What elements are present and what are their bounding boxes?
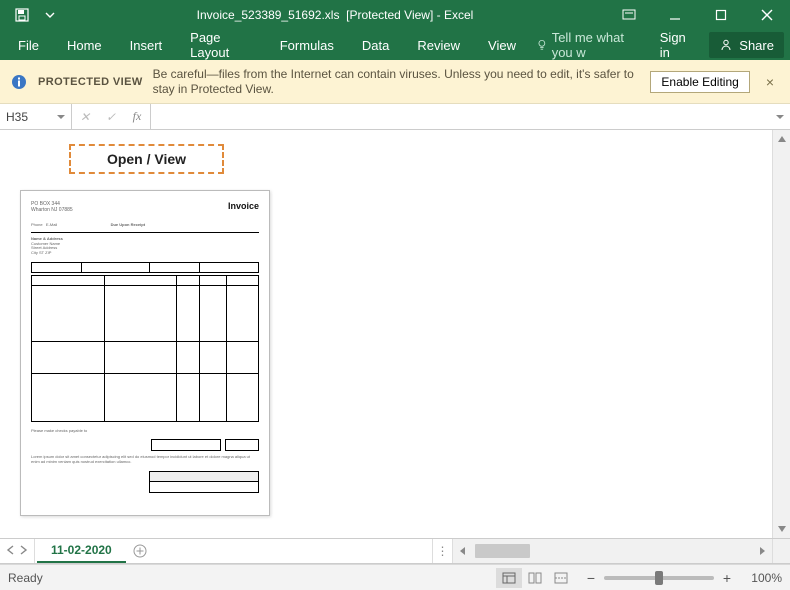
tab-file[interactable]: File bbox=[4, 30, 53, 60]
share-button[interactable]: Share bbox=[709, 32, 784, 58]
tab-insert[interactable]: Insert bbox=[116, 30, 177, 60]
protected-view-bar: PROTECTED VIEW Be careful—files from the… bbox=[0, 60, 790, 104]
fx-icon[interactable]: fx bbox=[124, 109, 150, 124]
scroll-left-icon[interactable] bbox=[453, 539, 473, 563]
tab-page-layout[interactable]: Page Layout bbox=[176, 30, 266, 60]
new-sheet-button[interactable] bbox=[126, 539, 154, 563]
lightbulb-icon bbox=[536, 38, 548, 52]
tab-nav-prev-icon[interactable] bbox=[6, 544, 16, 558]
horizontal-scrollbar[interactable] bbox=[452, 539, 772, 563]
sheet-tab-row: 11-02-2020 ⋮ bbox=[0, 538, 790, 564]
titlebar: Invoice_523389_51692.xls [Protected View… bbox=[0, 0, 790, 30]
view-page-break-icon[interactable] bbox=[548, 568, 574, 588]
tab-review[interactable]: Review bbox=[403, 30, 474, 60]
scroll-right-icon[interactable] bbox=[752, 539, 772, 563]
ribbon: File Home Insert Page Layout Formulas Da… bbox=[0, 30, 790, 60]
zoom-slider-knob[interactable] bbox=[655, 571, 663, 585]
tell-me[interactable]: Tell me what you w bbox=[530, 30, 650, 60]
view-normal-icon[interactable] bbox=[496, 568, 522, 588]
enter-formula-icon: ✓ bbox=[98, 110, 124, 124]
zoom-in-button[interactable]: + bbox=[720, 570, 734, 586]
person-icon bbox=[719, 38, 733, 52]
shield-info-icon bbox=[10, 73, 28, 91]
tab-formulas[interactable]: Formulas bbox=[266, 30, 348, 60]
name-box[interactable]: H35 bbox=[0, 104, 72, 129]
tab-home[interactable]: Home bbox=[53, 30, 116, 60]
scrollbar-resizer[interactable] bbox=[772, 539, 790, 563]
vertical-scrollbar[interactable] bbox=[772, 130, 790, 538]
pv-label: PROTECTED VIEW bbox=[38, 76, 143, 88]
sign-in-button[interactable]: Sign in bbox=[650, 30, 704, 60]
formula-bar: H35 ✕ ✓ fx bbox=[0, 104, 790, 130]
worksheet-area[interactable]: Open / View PO BOX 344 Wharton NJ 07885 … bbox=[0, 130, 790, 538]
tab-view[interactable]: View bbox=[474, 30, 530, 60]
maximize-button[interactable] bbox=[698, 0, 744, 30]
ribbon-options-icon[interactable] bbox=[606, 0, 652, 30]
view-page-layout-icon[interactable] bbox=[522, 568, 548, 588]
pv-message: Be careful—files from the Internet can c… bbox=[153, 67, 641, 96]
cancel-formula-icon: ✕ bbox=[72, 110, 98, 124]
sheet-tab[interactable]: 11-02-2020 bbox=[37, 539, 126, 563]
tab-nav-next-icon[interactable] bbox=[18, 544, 28, 558]
zoom-out-button[interactable]: − bbox=[584, 570, 598, 586]
save-icon[interactable] bbox=[8, 0, 36, 30]
titlebar-chevron-icon[interactable] bbox=[36, 0, 64, 30]
tab-split-icon[interactable]: ⋮ bbox=[432, 539, 452, 563]
status-bar: Ready − + 100% bbox=[0, 564, 790, 590]
scroll-up-icon[interactable] bbox=[773, 130, 790, 148]
close-button[interactable] bbox=[744, 0, 790, 30]
open-view-button[interactable]: Open / View bbox=[69, 144, 224, 174]
enable-editing-button[interactable]: Enable Editing bbox=[650, 71, 749, 93]
pv-close-icon[interactable]: × bbox=[760, 74, 780, 90]
zoom-slider[interactable] bbox=[604, 576, 714, 580]
zoom-level[interactable]: 100% bbox=[740, 571, 782, 585]
invoice-document-preview: PO BOX 344 Wharton NJ 07885 Invoice Phon… bbox=[20, 190, 270, 516]
window-title: Invoice_523389_51692.xls [Protected View… bbox=[64, 8, 606, 22]
formula-input[interactable] bbox=[151, 104, 790, 129]
status-ready: Ready bbox=[8, 571, 43, 585]
tab-data[interactable]: Data bbox=[348, 30, 403, 60]
scroll-down-icon[interactable] bbox=[773, 520, 790, 538]
hscroll-thumb[interactable] bbox=[475, 544, 530, 558]
minimize-button[interactable] bbox=[652, 0, 698, 30]
